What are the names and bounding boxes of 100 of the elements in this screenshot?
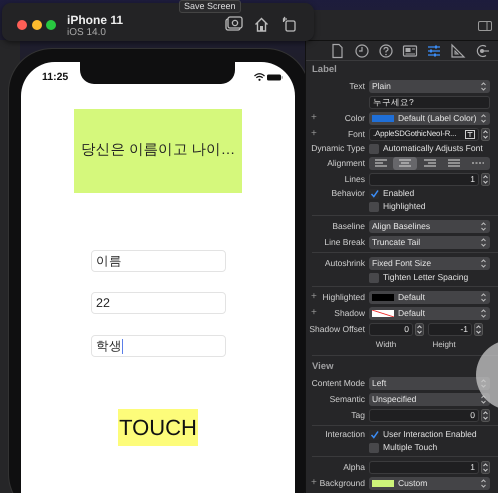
field-label: Shadow Offset (308, 322, 365, 336)
add-variation-button[interactable]: + (306, 129, 318, 139)
number-field[interactable]: -1 (428, 322, 472, 336)
checkbox-label: Multiple Touch (383, 441, 438, 454)
checkbox-label: Highlighted (383, 200, 426, 213)
field-label: Alpha (342, 460, 365, 474)
number-field[interactable]: 1 (369, 172, 479, 186)
segmented-control[interactable] (369, 156, 490, 170)
add-variation-button[interactable]: + (306, 292, 318, 302)
text-field[interactable]: 이름 (91, 250, 226, 272)
os-version: iOS 14.0 (67, 27, 106, 39)
inspector-tab[interactable] (354, 42, 370, 58)
field-label: Background (318, 476, 365, 490)
field-caption: Height (431, 339, 457, 351)
add-variation-button[interactable]: + (306, 308, 318, 318)
home-icon[interactable] (254, 17, 269, 32)
add-variation-button[interactable]: + (306, 478, 318, 488)
checkbox-label: User Interaction Enabled (383, 428, 477, 441)
inspector-tab[interactable] (378, 42, 394, 58)
popup-menu[interactable]: Default (Label Color) (369, 112, 490, 124)
font-picker-icon[interactable] (465, 130, 475, 138)
close-button[interactable] (17, 20, 27, 30)
field-label: Behavior (330, 187, 365, 200)
device-name: iPhone 11 (67, 13, 124, 27)
field-label: Text (348, 80, 365, 92)
wifi-icon (254, 73, 265, 81)
checkbox[interactable] (369, 442, 379, 452)
rotate-icon[interactable] (282, 16, 296, 32)
zoom-button[interactable] (46, 20, 56, 30)
stepper-control[interactable] (481, 172, 490, 186)
connector-icon (474, 42, 490, 58)
align-justified-icon (446, 158, 462, 168)
field-label: Shadow (333, 306, 365, 320)
checkbox-label: Enabled (383, 187, 414, 200)
checkbox[interactable] (369, 202, 379, 212)
popup-menu[interactable]: Default (369, 306, 490, 320)
number-field[interactable]: 1 (369, 460, 479, 474)
chevron-icon (480, 308, 487, 318)
stepper-control[interactable] (481, 460, 490, 474)
inspector-tab[interactable] (426, 42, 442, 58)
align-left-icon (373, 158, 390, 168)
stepper-control[interactable] (415, 322, 424, 336)
popup-menu[interactable]: Unspecified (369, 392, 490, 406)
chevron-icon (480, 478, 487, 488)
section-title: Label (311, 63, 338, 77)
tooltip: Save Screen (179, 0, 241, 13)
field-label: Highlighted (321, 290, 365, 304)
text-field[interactable]: 학생 (91, 335, 226, 357)
field-caption: Width (374, 339, 398, 351)
stepper-control[interactable] (481, 408, 490, 422)
field-label: Color (344, 112, 365, 124)
field-label: Dynamic Type (310, 142, 365, 155)
field-label: Autoshrink (324, 256, 365, 270)
popup-menu[interactable]: Fixed Font Size (369, 256, 490, 270)
touch-button[interactable]: TOUCH (118, 409, 198, 446)
section-title: View (311, 360, 334, 374)
checkbox[interactable] (369, 430, 379, 440)
sidebar-toggle-icon[interactable] (478, 21, 492, 31)
align-center-icon (397, 158, 414, 168)
clock-icon (354, 42, 370, 58)
text-field[interactable]: 22 (91, 292, 226, 314)
align-right-icon (422, 158, 438, 168)
checkbox[interactable] (369, 144, 379, 154)
field-label: Baseline (331, 220, 365, 232)
field-label: Tag (350, 408, 365, 422)
checkbox-label: Tighten Letter Spacing (383, 271, 468, 284)
inspector-tab[interactable] (474, 42, 490, 58)
inspector-tab[interactable] (450, 42, 466, 58)
stepper-control[interactable] (474, 322, 483, 336)
text-field[interactable]: 누구세요? (369, 96, 490, 108)
chevron-icon (480, 112, 487, 124)
minimize-button[interactable] (32, 20, 42, 30)
status-time: 11:25 (42, 71, 68, 83)
sliders-icon (426, 42, 442, 58)
popup-menu[interactable]: Truncate Tail (369, 236, 490, 248)
popup-menu[interactable]: Custom (369, 476, 490, 490)
checkbox[interactable] (369, 188, 379, 198)
inspector-tab[interactable] (402, 42, 418, 58)
chevron-icon (480, 236, 487, 248)
add-variation-button[interactable]: + (306, 113, 318, 123)
id-card-icon (402, 42, 418, 58)
popup-menu[interactable]: Default (369, 290, 490, 304)
popup-menu[interactable]: Align Baselines (369, 220, 490, 232)
chevron-icon (480, 80, 487, 92)
checkbox[interactable] (369, 272, 379, 282)
field-label: Font (346, 128, 365, 140)
help-icon (378, 42, 394, 58)
number-field[interactable]: 0 (369, 408, 479, 422)
label-text: 당신은 이름이고 나이… (74, 109, 242, 193)
popup-menu[interactable]: Plain (369, 80, 490, 92)
field-label: Line Break (323, 236, 365, 248)
camera-icon[interactable] (225, 16, 243, 32)
chevron-icon (480, 292, 487, 302)
field-label: Alignment (326, 156, 365, 170)
checkbox-label: Automatically Adjusts Font (383, 142, 483, 155)
field-label: Lines (344, 172, 365, 186)
ruler-icon (450, 42, 466, 58)
chevron-icon (480, 220, 487, 232)
stepper-control[interactable] (481, 128, 490, 140)
number-field[interactable]: 0 (369, 322, 413, 336)
